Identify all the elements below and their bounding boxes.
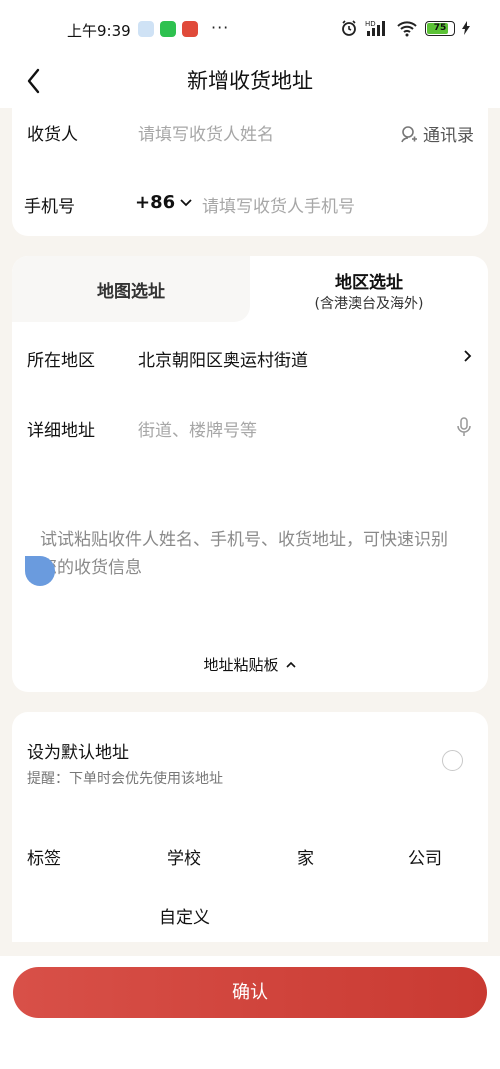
default-address-label: 设为默认地址 (27, 743, 129, 763)
phone-input[interactable]: 请填写收货人手机号 (202, 192, 355, 217)
tag-company[interactable]: 公司 (408, 844, 442, 869)
confirm-button[interactable]: 确认 (13, 967, 487, 1018)
contacts-button[interactable]: 通讯录 (399, 121, 474, 146)
chevron-up-icon (285, 661, 296, 668)
wechat-icon (160, 21, 176, 37)
region-label: 所在地区 (27, 351, 95, 371)
region-value[interactable]: 北京朝阳区奥运村街道 (138, 346, 308, 371)
notification-icons (138, 21, 198, 37)
text-cursor-handle[interactable] (25, 556, 55, 586)
chevron-down-icon (180, 198, 192, 206)
clipboard-label: 地址粘贴板 (203, 656, 279, 674)
battery-icon: 75 (425, 20, 455, 36)
clipboard-toggle[interactable]: 地址粘贴板 (12, 654, 488, 675)
paste-hint-textarea[interactable]: 试试粘贴收件人姓名、手机号、收货地址，可快速识别您的收货信息 (40, 526, 460, 582)
tab-map-select[interactable]: 地图选址 (12, 256, 250, 322)
tag-school[interactable]: 学校 (167, 844, 201, 869)
contacts-label: 通讯录 (423, 126, 474, 146)
more-notifications-icon: ··· (211, 18, 230, 37)
tag-custom[interactable]: 自定义 (159, 903, 210, 928)
microphone-icon[interactable] (456, 416, 472, 438)
tag-home[interactable]: 家 (297, 844, 314, 869)
chevron-right-icon[interactable] (462, 348, 474, 364)
tag-label: 标签 (27, 849, 61, 869)
country-code-value: +86 (135, 192, 176, 213)
system-icons: HD 75 (340, 19, 470, 37)
status-bar: 上午9:39 ··· HD 75 (0, 0, 500, 60)
signal-icon: HD (365, 20, 385, 36)
default-address-radio[interactable] (442, 750, 463, 771)
app-icon (182, 21, 198, 37)
tab-region-sublabel: (含港澳台及海外) (314, 296, 424, 312)
detail-address-label: 详细地址 (27, 421, 95, 441)
address-card: 地图选址 地区选址 (含港澳台及海外) 所在地区 北京朝阳区奥运村街道 详细地址… (12, 256, 488, 692)
app-notification-icon (138, 21, 154, 37)
wifi-icon (397, 21, 417, 37)
settings-card: 设为默认地址 提醒：下单时会优先使用该地址 标签 学校 家 公司 自定义 (12, 712, 488, 942)
page-title: 新增收货地址 (187, 69, 313, 93)
tab-map-label: 地图选址 (97, 282, 165, 302)
receiver-name-input[interactable]: 请填写收货人姓名 (138, 120, 274, 145)
status-time: 上午9:39 (67, 22, 131, 40)
default-address-tip: 提醒：下单时会优先使用该地址 (27, 771, 223, 787)
nav-bar: 新增收货地址 (0, 60, 500, 108)
contacts-icon (401, 125, 417, 142)
svg-text:HD: HD (365, 20, 376, 28)
tab-region-label: 地区选址 (335, 273, 403, 293)
charging-icon (462, 21, 470, 35)
country-code-select[interactable]: +86 (135, 192, 193, 213)
detail-address-input[interactable]: 街道、楼牌号等 (138, 416, 257, 441)
contact-card: 收货人 请填写收货人姓名 通讯录 手机号 +86 请填写收货人手机号 (12, 108, 488, 236)
alarm-icon (342, 20, 356, 36)
phone-label: 手机号 (24, 197, 75, 217)
receiver-label: 收货人 (27, 125, 78, 145)
